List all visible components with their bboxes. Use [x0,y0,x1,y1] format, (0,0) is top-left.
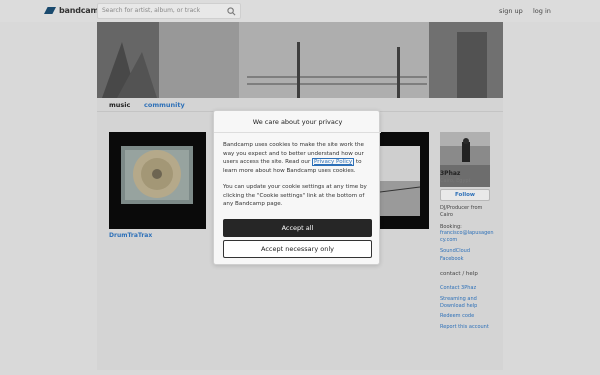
soundcloud-link[interactable]: SoundCloud [440,248,470,255]
contact-artist-link[interactable]: Contact 3Phaz [440,285,476,292]
accept-all-button[interactable]: Accept all [223,219,372,237]
artist-name: 3Phaz [440,170,461,177]
top-bar: bandcamp Search for artist, album, or tr… [0,0,600,22]
artist-banner [97,22,503,98]
search-input[interactable]: Search for artist, album, or track [102,7,200,14]
album-title[interactable]: DrumTraTrax [109,232,152,239]
cookie-consent-dialog: We care about your privacy Bandcamp uses… [213,110,381,265]
sign-up-link[interactable]: sign up [499,7,523,15]
bandcamp-logo[interactable]: bandcamp [44,6,104,15]
album-art-image-2 [380,132,429,229]
album-cover[interactable] [109,132,206,229]
redeem-code-link[interactable]: Redeem code [440,313,474,320]
log-in-link[interactable]: log in [533,7,551,15]
bandcamp-logo-icon [44,7,56,14]
search-icon[interactable] [227,7,236,16]
banner-image [97,22,503,98]
accept-necessary-button[interactable]: Accept necessary only [223,240,372,258]
artist-location: Cairo, Egypt [440,178,471,184]
album-cover-2[interactable] [380,132,429,229]
search-box[interactable]: Search for artist, album, or track [97,3,241,19]
facebook-link[interactable]: Facebook [440,256,464,263]
dialog-divider [214,132,381,133]
privacy-policy-link[interactable]: Privacy Policy [312,158,355,166]
cookie-settings-note: You can update your cookie settings at a… [223,184,367,207]
cookie-description: Bandcamp uses cookies to make the site w… [223,141,375,175]
tab-music[interactable]: music [109,101,130,109]
album-art-image [109,132,206,229]
dialog-title: We care about your privacy [252,118,343,126]
booking-email-link[interactable]: francisco@lapusagency.com [440,230,495,243]
streaming-help-link[interactable]: Streaming and Download help [440,296,490,309]
contact-help-heading: contact / help [440,271,478,277]
follow-button[interactable]: Follow [440,189,490,201]
report-account-link[interactable]: Report this account [440,324,489,331]
artist-bio: DJ/Producer from Cairo [440,205,483,218]
tab-community[interactable]: community [144,101,185,109]
